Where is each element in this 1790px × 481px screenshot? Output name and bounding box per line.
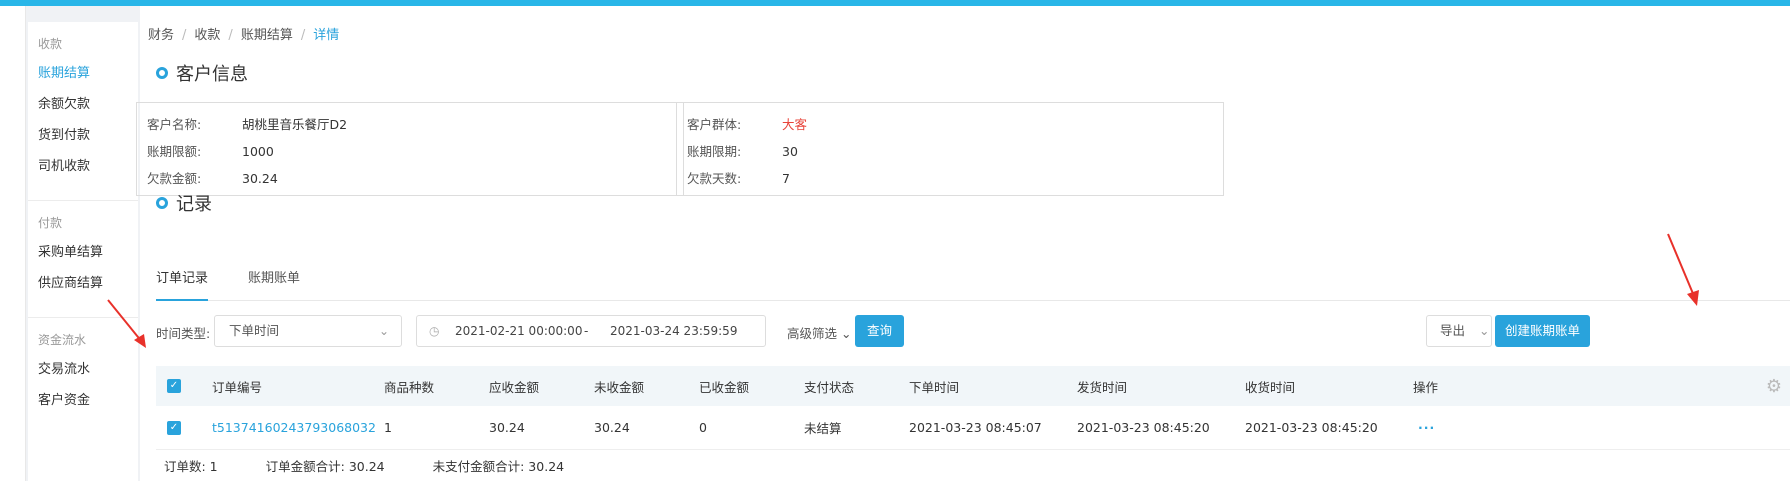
credit-period: 30 [782,144,798,159]
main-content: 财务 / 收款 / 账期结算 / 详情 客户信息 客户名称: 胡桃里音乐餐厅D2 账期限额: 1… [136,6,1790,481]
chevron-down-icon: ⌄ [841,326,852,341]
customer-info-right: 客户群体: 大客 账期限期: 30 欠款天数: 7 [676,102,1224,196]
row-checkbox[interactable]: ✓ [167,420,181,435]
customer-info-title: 客户信息 [156,60,248,86]
table-summary: 订单数: 1 订单金额合计: 30.24 未支付金额合计: 30.24 [164,456,612,475]
column-header-ship-time: 发货时间 [1077,379,1128,395]
info-label: 欠款金额: [147,171,202,186]
info-row: 账期限期: 30 [687,138,1213,165]
sidebar-item-period-settlement[interactable]: 账期结算 [38,62,138,93]
sidebar-item-purchase-settlement[interactable]: 采购单结算 [38,241,138,272]
gear-icon[interactable]: ⚙ [1766,376,1782,397]
create-period-bill-button[interactable]: 创建账期账单 [1495,315,1590,347]
section-heading: 记录 [176,194,212,215]
sidebar-group-title: 付款 [38,216,63,230]
info-label: 账期限额: [147,144,202,159]
cell-item-types: 1 [384,420,392,435]
time-type-value: 下单时间 [229,323,280,338]
order-id-link[interactable]: t51374160243793068032 [212,420,376,435]
circle-bullet-icon [156,197,168,209]
column-header-order-time: 下单时间 [909,379,960,395]
arrears-days: 7 [782,171,790,186]
date-start[interactable]: 2021-02-21 00:00:00 [455,316,582,346]
date-range-picker[interactable]: ◷ 2021-02-21 00:00:00 - 2021-03-24 23:59… [416,315,766,347]
orders-table: ✓ 订单编号 商品种数 应收金额 未收金额 已收金额 支付状态 下单时间 发货时… [156,366,1790,450]
info-label: 客户群体: [687,117,742,132]
tab-order-records[interactable]: 订单记录 [156,264,209,301]
records-title: 记录 [156,190,212,216]
cell-ship-time: 2021-03-23 08:45:20 [1077,420,1210,435]
table-header: ✓ 订单编号 商品种数 应收金额 未收金额 已收金额 支付状态 下单时间 发货时… [156,366,1790,406]
cell-unreceived: 30.24 [594,420,630,435]
sidebar-group-title: 收款 [38,37,63,51]
breadcrumb-receipts[interactable]: 收款 [194,28,220,43]
breadcrumb-finance[interactable]: 财务 [148,28,174,43]
order-amount-total: 订单金额合计: 30.24 [265,459,385,474]
query-button[interactable]: 查询 [855,315,904,347]
time-type-select[interactable]: 下单时间 ⌄ [214,315,402,347]
customer-name: 胡桃里音乐餐厅D2 [242,117,348,132]
info-row: 客户名称: 胡桃里音乐餐厅D2 [147,111,673,138]
export-dropdown[interactable]: 导出 ⌄ [1426,315,1492,347]
advanced-filter-toggle[interactable]: 高级筛选 ⌄ [787,323,851,342]
breadcrumb: 财务 / 收款 / 账期结算 / 详情 [148,28,340,43]
chevron-down-icon: ⌄ [1479,323,1490,338]
column-header-unreceived: 未收金额 [594,379,645,395]
column-header-payment-status: 支付状态 [804,379,855,395]
sidebar-group-receipts: 收款 账期结算 余额欠款 货到付款 司机收款 [28,22,138,201]
info-row: 账期限额: 1000 [147,138,673,165]
time-type-label: 时间类型: [156,326,211,341]
info-row: 欠款金额: 30.24 [147,165,673,192]
breadcrumb-period-settlement[interactable]: 账期结算 [241,28,293,43]
column-header-received: 已收金额 [699,379,750,395]
tab-period-bills[interactable]: 账期账单 [248,264,300,301]
annotation-arrow-icon [107,299,146,348]
clock-icon: ◷ [429,324,440,338]
records-tabs: 订单记录 账期账单 [156,264,1790,301]
annotation-arrow-icon [1667,233,1699,306]
date-separator: - [584,324,589,338]
filter-bar: 时间类型: 下单时间 ⌄ ◷ 2021-02-21 00:00:00 - 202… [156,315,1790,348]
cell-order-time: 2021-03-23 08:45:07 [909,420,1042,435]
table-row: ✓ t51374160243793068032 1 30.24 30.24 0 … [156,406,1790,450]
date-end[interactable]: 2021-03-24 23:59:59 [610,316,737,346]
sidebar: 收款 账期结算 余额欠款 货到付款 司机收款 付款 采购单结算 供应商结算 资金… [28,22,138,481]
advanced-filter-label: 高级筛选 [787,326,838,341]
column-header-receive-time: 收货时间 [1245,379,1296,395]
sidebar-item-cash-on-delivery[interactable]: 货到付款 [38,124,138,155]
order-count: 订单数: 1 [164,459,218,474]
circle-bullet-icon [156,67,168,79]
export-label: 导出 [1440,323,1466,338]
sidebar-item-driver-collection[interactable]: 司机收款 [38,155,138,186]
section-heading: 客户信息 [176,64,248,85]
customer-group: 大客 [782,117,808,132]
arrears-amount: 30.24 [242,171,278,186]
chevron-down-icon: ⌄ [378,324,389,338]
info-label: 欠款天数: [687,171,742,186]
cell-payment-status: 未结算 [804,421,842,436]
credit-limit: 1000 [242,144,274,159]
info-row: 客户群体: 大客 [687,111,1213,138]
unpaid-amount-total: 未支付金额合计: 30.24 [432,459,565,474]
column-header-item-types: 商品种数 [384,379,435,395]
cell-received: 0 [699,420,707,435]
column-header-order-id: 订单编号 [212,379,263,395]
column-header-receivable: 应收金额 [489,379,540,395]
sidebar-item-transactions[interactable]: 交易流水 [38,358,138,389]
cell-receive-time: 2021-03-23 08:45:20 [1245,420,1378,435]
breadcrumb-current: 详情 [313,28,340,43]
select-all-checkbox[interactable]: ✓ [167,379,181,393]
left-rail [0,6,26,481]
sidebar-item-balance-arrears[interactable]: 余额欠款 [38,93,138,124]
column-header-actions: 操作 [1413,379,1439,395]
sidebar-item-customer-funds[interactable]: 客户资金 [38,389,138,420]
more-actions-icon[interactable]: ··· [1418,420,1435,435]
info-label: 客户名称: [147,117,202,132]
info-label: 账期限期: [687,144,742,159]
customer-info-left: 客户名称: 胡桃里音乐餐厅D2 账期限额: 1000 欠款金额: 30.24 [136,102,684,196]
info-row: 欠款天数: 7 [687,165,1213,192]
cell-receivable: 30.24 [489,420,525,435]
